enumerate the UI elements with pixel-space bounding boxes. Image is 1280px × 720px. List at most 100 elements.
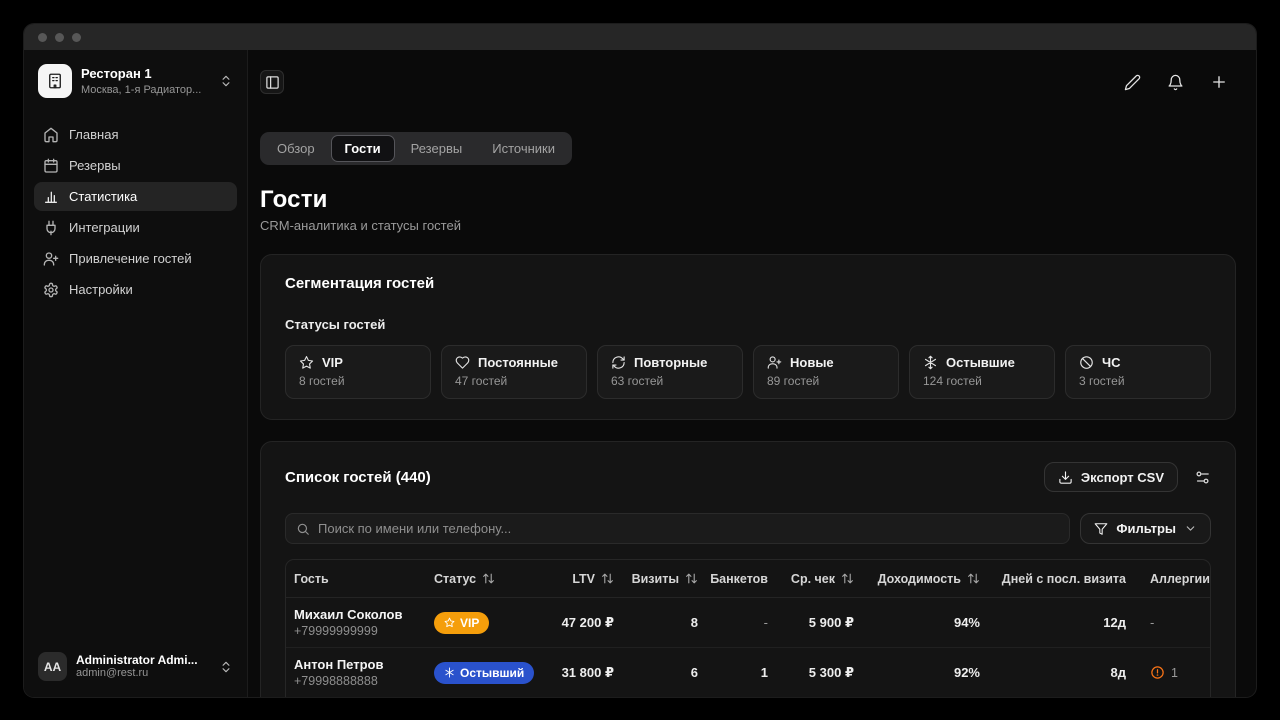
star-icon	[444, 617, 455, 628]
filters-label: Фильтры	[1116, 521, 1176, 536]
column-settings-button[interactable]	[1194, 469, 1211, 486]
export-csv-button[interactable]: Экспорт CSV	[1044, 462, 1178, 492]
user-plus-icon	[767, 355, 782, 370]
guest-banquets: -	[706, 615, 776, 630]
repeat-icon	[611, 355, 626, 370]
plug-icon	[43, 220, 59, 236]
status-cards: VIP 8 гостей Постоянные 47 гостей	[285, 345, 1211, 399]
guest-show-rate: 92%	[862, 665, 988, 680]
topbar	[260, 70, 1236, 94]
table-row[interactable]: Михаил Соколов +79999999999 VIP 47 2	[286, 598, 1210, 648]
close-window-button[interactable]	[38, 33, 47, 42]
sort-icon	[482, 572, 495, 585]
window-controls[interactable]	[38, 33, 81, 42]
add-button[interactable]	[1210, 73, 1228, 91]
status-card-new[interactable]: Новые 89 гостей	[753, 345, 899, 399]
column-header-days-since-visit: Дней с посл. визита	[988, 572, 1134, 586]
sidebar-item-reserves[interactable]: Резервы	[34, 151, 237, 180]
user-plus-icon	[43, 251, 59, 267]
column-header-status[interactable]: Статус	[426, 572, 536, 586]
segmentation-card: Сегментация гостей Статусы гостей VIP 8 …	[260, 254, 1236, 420]
sidebar-item-guest-acquisition[interactable]: Привлечение гостей	[34, 244, 237, 273]
column-header-visits[interactable]: Визиты	[622, 572, 706, 586]
snowflake-icon	[923, 355, 938, 370]
sidebar: Ресторан 1 Москва, 1-я Радиатор... Главн…	[24, 50, 248, 697]
status-card-regular[interactable]: Постоянные 47 гостей	[441, 345, 587, 399]
window-titlebar	[24, 24, 1256, 50]
guest-allergies: -	[1134, 615, 1210, 630]
status-badge: VIP	[434, 612, 489, 634]
sidebar-item-settings[interactable]: Настройки	[34, 275, 237, 304]
sidebar-item-label: Статистика	[69, 189, 137, 204]
restaurant-logo-icon	[38, 64, 72, 98]
chevrons-up-down-icon	[219, 660, 233, 674]
status-card-cooled[interactable]: Остывшие 124 гостей	[909, 345, 1055, 399]
status-card-vip[interactable]: VIP 8 гостей	[285, 345, 431, 399]
column-header-ltv[interactable]: LTV	[536, 572, 622, 586]
chevron-down-icon	[1184, 522, 1197, 535]
guest-name: Михаил Соколов	[294, 607, 402, 623]
status-count: 89 гостей	[767, 374, 885, 388]
user-selector[interactable]: AA Administrator Admi... admin@rest.ru	[34, 650, 237, 683]
star-icon	[299, 355, 314, 370]
table-row[interactable]: Антон Петров +79998888888 Остывший 3	[286, 648, 1210, 697]
column-header-guest: Гость	[286, 572, 426, 586]
sidebar-item-statistics[interactable]: Статистика	[34, 182, 237, 211]
stats-tabs: Обзор Гости Резервы Источники	[260, 132, 572, 165]
guest-ltv: 31 800 ₽	[536, 665, 622, 681]
sidebar-toggle-button[interactable]	[260, 70, 284, 94]
restaurant-selector[interactable]: Ресторан 1 Москва, 1-я Радиатор...	[34, 62, 237, 100]
maximize-window-button[interactable]	[72, 33, 81, 42]
status-badge: Остывший	[434, 662, 534, 684]
minimize-window-button[interactable]	[55, 33, 64, 42]
sidebar-item-label: Привлечение гостей	[69, 251, 192, 266]
status-count: 47 гостей	[455, 374, 573, 388]
guest-table: Гость Статус LTV Визиты Банкетов Ср. чек…	[285, 559, 1211, 697]
guest-ltv: 47 200 ₽	[536, 615, 622, 631]
status-label: VIP	[322, 355, 343, 370]
guest-days-since-visit: 12д	[988, 615, 1134, 630]
guest-list-card: Список гостей (440) Экспорт CSV	[260, 441, 1236, 697]
edit-button[interactable]	[1124, 74, 1141, 91]
filters-button[interactable]: Фильтры	[1080, 513, 1211, 544]
home-icon	[43, 127, 59, 143]
statuses-section-label: Статусы гостей	[285, 317, 1211, 332]
tab-guests[interactable]: Гости	[331, 135, 395, 162]
status-count: 3 гостей	[1079, 374, 1197, 388]
tab-reserves[interactable]: Резервы	[397, 135, 477, 162]
sort-icon	[841, 572, 854, 585]
column-header-show-rate[interactable]: Доходимость	[862, 572, 988, 586]
sidebar-item-home[interactable]: Главная	[34, 120, 237, 149]
allergy-count: 1	[1171, 666, 1178, 680]
status-card-repeat[interactable]: Повторные 63 гостей	[597, 345, 743, 399]
notifications-button[interactable]	[1167, 74, 1184, 91]
search-input[interactable]	[318, 521, 1059, 536]
search-icon	[296, 522, 310, 536]
tab-sources[interactable]: Источники	[478, 135, 569, 162]
alert-circle-icon	[1150, 665, 1165, 680]
panel-left-icon	[265, 75, 280, 90]
status-card-blacklist[interactable]: ЧС 3 гостей	[1065, 345, 1211, 399]
guest-avg-check: 5 300 ₽	[776, 665, 862, 681]
tab-overview[interactable]: Обзор	[263, 135, 329, 162]
guest-banquets: 1	[706, 665, 776, 680]
column-header-avg-check[interactable]: Ср. чек	[776, 572, 862, 586]
status-count: 124 гостей	[923, 374, 1041, 388]
avatar: AA	[38, 652, 67, 681]
status-label: Постоянные	[478, 355, 558, 370]
table-header-row: Гость Статус LTV Визиты Банкетов Ср. чек…	[286, 560, 1210, 598]
sidebar-item-label: Настройки	[69, 282, 133, 297]
main-content: Обзор Гости Резервы Источники Гости CRM-…	[248, 50, 1256, 697]
ban-icon	[1079, 355, 1094, 370]
page-subtitle: CRM-аналитика и статусы гостей	[260, 218, 1236, 233]
guest-name: Антон Петров	[294, 657, 383, 673]
sidebar-item-label: Главная	[69, 127, 118, 142]
guest-phone: +79998888888	[294, 674, 378, 689]
restaurant-location: Москва, 1-я Радиатор...	[81, 83, 210, 97]
sliders-icon	[1194, 469, 1211, 486]
guest-show-rate: 94%	[862, 615, 988, 630]
sidebar-item-integrations[interactable]: Интеграции	[34, 213, 237, 242]
snowflake-icon	[444, 667, 455, 678]
app-window: Ресторан 1 Москва, 1-я Радиатор... Главн…	[24, 24, 1256, 697]
guest-visits: 8	[622, 615, 706, 630]
